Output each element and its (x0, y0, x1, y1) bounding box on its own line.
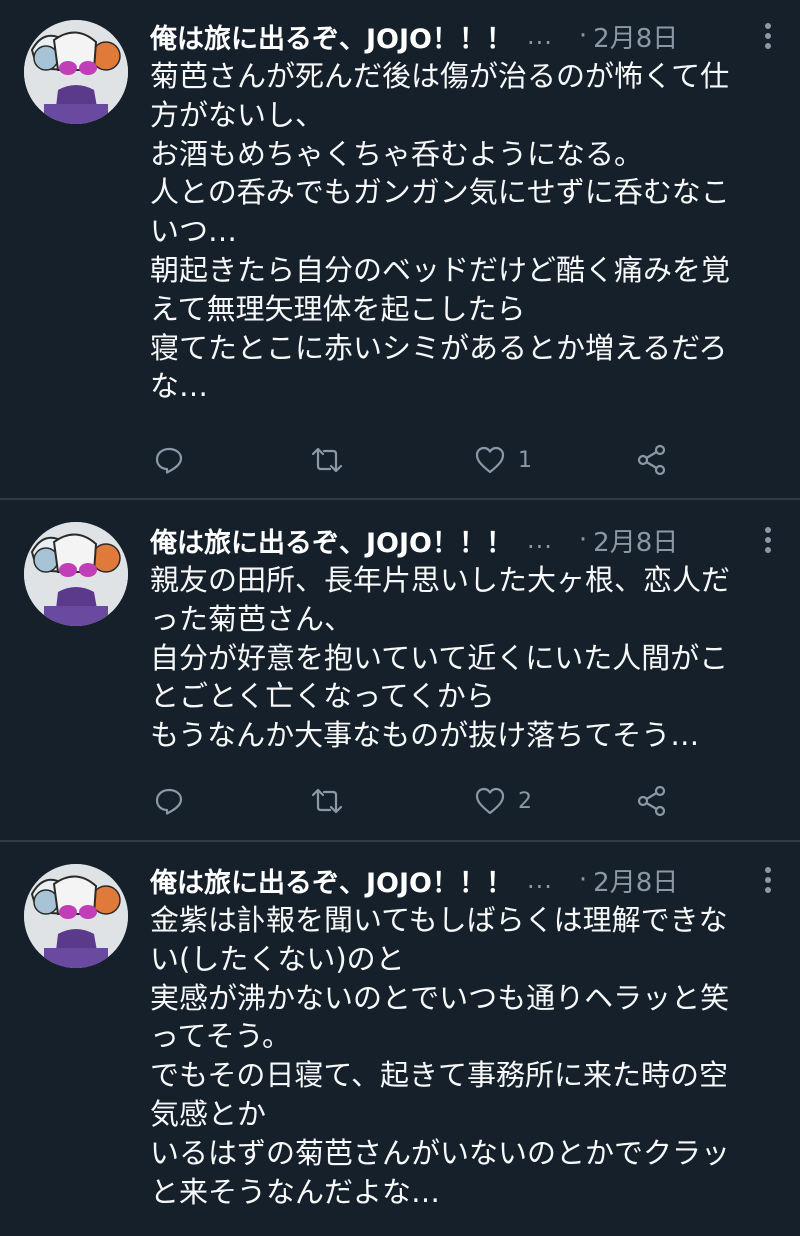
tweet-line: もうなんか大事なものが抜け落ちてそう… (150, 718, 700, 753)
name-truncation: ... (527, 526, 553, 554)
author-name[interactable]: 俺は旅に出るぞ、JOJO！！！ (150, 521, 513, 560)
tweet-line: 方がないし、 (150, 97, 325, 132)
tweet-line: い(したくない)のと (150, 941, 405, 976)
avatar[interactable] (24, 864, 128, 968)
tweet-line: 気感とか (150, 1096, 267, 1131)
tweet-line: でもその日寝て、起きて事務所に来た時の空 (150, 1058, 728, 1093)
tweet-line: 人との呑みでもガンガン気にせずに呑むなこ (150, 175, 730, 210)
tweet-text: 親友の田所、長年片思いした大ヶ根、恋人だ った菊芭さん、 自分が好意を抱いていて… (150, 561, 778, 755)
avatar-image (24, 864, 128, 968)
heart-icon (475, 446, 505, 474)
tweet-header: 俺は旅に出るぞ、JOJO！！！ ... · 2月8日 (150, 860, 780, 900)
reply-button[interactable] (154, 781, 184, 821)
reply-button[interactable] (154, 440, 184, 480)
tweet-line: った菊芭さん、 (150, 601, 354, 636)
share-icon (637, 785, 666, 817)
tweet-line: えて無理矢理体を起こしたら (150, 291, 526, 326)
tweet-line: 親友の田所、長年片思いした大ヶ根、恋人だ (150, 563, 731, 597)
avatar-image (24, 20, 128, 124)
tweet-line: いつ… (150, 214, 238, 249)
like-count: 2 (518, 788, 532, 814)
date-separator: · (578, 21, 588, 51)
tweet-3[interactable]: 俺は旅に出るぞ、JOJO！！！ ... · 2月8日 金紫は訃報を聞いてもしばら… (0, 842, 800, 1236)
tweet-2[interactable]: 俺は旅に出るぞ、JOJO！！！ ... · 2月8日 親友の田所、長年片思いした… (0, 500, 800, 840)
date-separator: · (578, 525, 588, 555)
tweet-line: 朝起きたら自分のベッドだけど酷く痛みを覚 (150, 252, 731, 287)
avatar[interactable] (24, 20, 128, 124)
author-name[interactable]: 俺は旅に出るぞ、JOJO！！！ (150, 17, 513, 56)
retweet-button[interactable] (310, 781, 344, 821)
tweet-line: 菊芭さんが死んだ後は傷が治るのが怖くて仕 (150, 59, 730, 93)
tweet-line: 自分が好意を抱いていて近くにいた人間がこ (150, 640, 729, 675)
tweet-line: 金紫は訃報を聞いてもしばらくは理解できな (150, 903, 728, 937)
tweet-header: 俺は旅に出るぞ、JOJO！！！ ... · 2月8日 (150, 520, 780, 560)
retweet-icon (311, 788, 343, 814)
heart-icon (475, 787, 505, 815)
like-button[interactable]: 1 (474, 440, 532, 480)
more-vertical-icon[interactable] (756, 524, 780, 556)
tweet-date[interactable]: 2月8日 (593, 18, 678, 55)
tweet-date[interactable]: 2月8日 (593, 522, 678, 559)
like-button[interactable]: 2 (474, 781, 532, 821)
tweet-1[interactable]: 俺は旅に出るぞ、JOJO！！！ ... · 2月8日 菊芭さんが死んだ後は傷が治… (0, 0, 800, 498)
tweet-date[interactable]: 2月8日 (593, 862, 678, 899)
tweet-actions: 2 (150, 781, 690, 821)
tweet-line: な… (150, 369, 209, 404)
name-truncation: ... (527, 866, 553, 894)
share-icon (637, 444, 666, 476)
reply-icon (155, 788, 183, 815)
name-truncation: ... (527, 22, 553, 50)
like-count: 1 (518, 447, 532, 473)
author-name[interactable]: 俺は旅に出るぞ、JOJO！！！ (150, 861, 513, 900)
tweet-header: 俺は旅に出るぞ、JOJO！！！ ... · 2月8日 (150, 16, 780, 56)
share-button[interactable] (636, 440, 668, 480)
tweet-line: いるはずの菊芭さんがいないのとかでクラッ (150, 1135, 731, 1170)
tweet-actions: 1 (150, 440, 690, 480)
date-separator: · (578, 865, 588, 895)
tweet-line: 実感が沸かないのとでいつも通りヘラッと笑 (150, 980, 730, 1015)
tweet-line: とごとく亡くなってくから (150, 679, 495, 714)
tweet-line: ってそう。 (150, 1019, 291, 1054)
avatar[interactable] (24, 522, 128, 626)
more-vertical-icon[interactable] (756, 864, 780, 896)
tweet-line: 寝てたとこに赤いシミがあるとか増えるだろ (150, 330, 728, 365)
more-vertical-icon[interactable] (756, 20, 780, 52)
avatar-image (24, 522, 128, 626)
tweet-text: 菊芭さんが死んだ後は傷が治るのが怖くて仕 方がないし、 お酒もめちゃくちゃ呑むよ… (150, 57, 778, 406)
retweet-button[interactable] (310, 440, 344, 480)
tweet-line: と来そうなんだよな… (150, 1174, 441, 1209)
share-button[interactable] (636, 781, 668, 821)
retweet-icon (311, 447, 343, 473)
tweet-line: お酒もめちゃくちゃ呑むようになる。 (150, 136, 644, 171)
tweet-text: 金紫は訃報を聞いてもしばらくは理解できな い(したくない)のと 実感が沸かないの… (150, 901, 778, 1211)
reply-icon (155, 447, 183, 474)
